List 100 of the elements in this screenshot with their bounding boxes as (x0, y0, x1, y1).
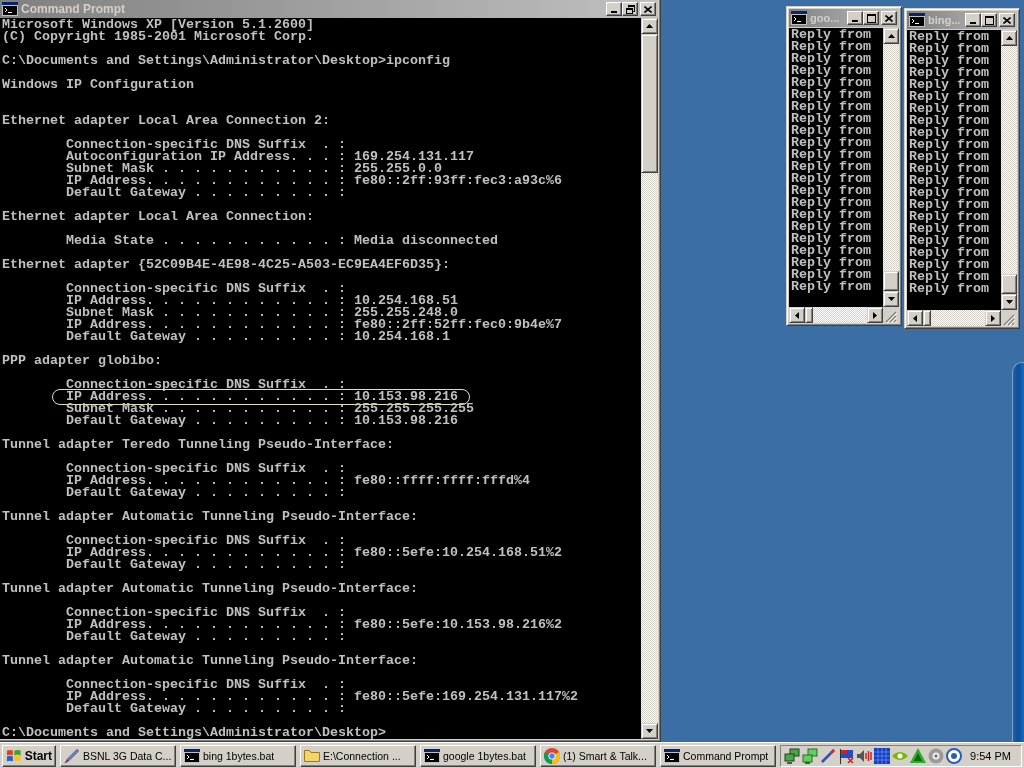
console-line: Reply from (791, 77, 871, 89)
console-line: Reply from (909, 235, 989, 247)
close-button[interactable] (999, 13, 1015, 27)
taskbar-button[interactable]: Command Prompt (660, 744, 776, 767)
console-line: Reply from (909, 103, 989, 115)
scroll-thumb[interactable] (805, 307, 813, 323)
entry-value: fe80::5efe:169.254.131.117%2 (353, 691, 578, 703)
scroll-thumb[interactable] (1001, 274, 1017, 294)
taskbar-button[interactable]: BSNL 3G Data C... (60, 744, 176, 767)
entry-value: 255.255.255.255 (353, 403, 474, 415)
adapter-heading: Tunnel adapter Automatic Tunneling Pseudo-Interface: (2, 511, 418, 523)
entry-label: Connection-specific DNS Suffix . : (66, 535, 346, 547)
console-line: Reply from (791, 161, 871, 173)
minimize-button[interactable] (847, 11, 863, 25)
maximize-button[interactable] (863, 11, 879, 25)
entry-label: IP Address. . . . . . . . . . . . : (66, 319, 346, 331)
entry-value: 10.153.98.216 (353, 415, 458, 427)
adapter-heading: Ethernet adapter {52C09B4E-4E98-4C25-A503-EC9EA4EF6D35}: (2, 259, 450, 271)
wand-icon[interactable] (820, 747, 836, 764)
entry-label: Autoconfiguration IP Address. . . : (66, 151, 346, 163)
command-line: C:\Documents and Settings\Administrator\Desktop>ipconfig (2, 55, 450, 67)
console-line: Reply from (791, 281, 871, 293)
entry-label: IP Address. . . . . . . . . . . . : (66, 175, 346, 187)
scroll-left-button[interactable] (789, 307, 805, 323)
console-line: Reply from (909, 31, 989, 43)
console-line: Reply from (791, 53, 871, 65)
scroll-right-button[interactable] (867, 307, 883, 323)
console-line: Reply from (909, 259, 989, 271)
resize-grip-icon[interactable] (1003, 314, 1015, 326)
console-line: Reply from (909, 43, 989, 55)
console-line: Reply from (791, 113, 871, 125)
entry-value: 10.153.98.216 (353, 391, 458, 403)
triangle-icon[interactable] (910, 748, 926, 763)
console-line: Reply from (909, 187, 989, 199)
down-triangle-icon (646, 729, 653, 733)
clock: 9:54 PM (970, 749, 1012, 762)
console-line: Reply from (791, 29, 871, 41)
entry-label: IP Address. . . . . . . . . . . . : (66, 691, 346, 703)
taskbar-button[interactable]: E:\Connection ... (300, 744, 416, 767)
scroll-right-button[interactable] (985, 310, 1001, 326)
adapter-heading: Ethernet adapter Local Area Connection: (2, 211, 314, 223)
scroll-up-button[interactable] (883, 28, 899, 44)
horizontal-scrollbar[interactable] (789, 307, 883, 323)
right-triangle-icon (991, 314, 995, 322)
grid-icon[interactable] (874, 747, 890, 764)
scroll-down-button[interactable] (641, 723, 658, 739)
console-line: Reply from (909, 151, 989, 163)
adapter-heading: Tunnel adapter Teredo Tunneling Pseudo-Interface: (2, 439, 394, 451)
console-line: Reply from (909, 139, 989, 151)
ring-icon[interactable] (946, 747, 962, 764)
entry-label: Default Gateway . . . . . . . . . : (66, 703, 346, 715)
entry-label: Default Gateway . . . . . . . . . : (66, 331, 346, 343)
entry-label: IP Address. . . . . . . . . . . . : (66, 547, 346, 559)
vertical-scrollbar[interactable] (883, 28, 899, 307)
scroll-down-button[interactable] (883, 291, 899, 307)
close-button[interactable] (640, 2, 656, 16)
horizontal-scrollbar[interactable] (907, 310, 1001, 326)
taskbar-button[interactable]: (1) Smart & Talk... (540, 744, 656, 767)
entry-label: Connection-specific DNS Suffix . : (66, 379, 346, 391)
restore-icon (625, 4, 635, 14)
minimize-button[interactable] (606, 2, 622, 16)
up-triangle-icon (646, 24, 653, 28)
flag-icon[interactable] (838, 747, 854, 764)
scroll-left-button[interactable] (907, 310, 923, 326)
computers-icon[interactable] (784, 747, 800, 764)
computers-icon[interactable] (802, 747, 818, 764)
entry-value: fe80::2ff:52ff:fec0:9b4e%7 (353, 319, 562, 331)
minimize-icon (852, 20, 858, 22)
maximize-button[interactable] (981, 13, 997, 27)
scroll-up-button[interactable] (641, 18, 658, 34)
scroll-thumb[interactable] (641, 34, 658, 173)
taskbar-button[interactable]: bing 1bytes.bat (180, 744, 296, 767)
entry-label: Subnet Mask . . . . . . . . . . . : (66, 307, 346, 319)
vertical-scrollbar[interactable] (641, 18, 658, 739)
scroll-thumb[interactable] (883, 271, 899, 291)
entry-label: Default Gateway . . . . . . . . . : (66, 187, 346, 199)
console-heading: Windows IP Configuration (2, 79, 194, 91)
entry-label: Connection-specific DNS Suffix . : (66, 607, 346, 619)
console-line: Reply from (909, 271, 989, 283)
taskbar-button[interactable]: google 1bytes.bat (420, 744, 536, 767)
scroll-down-button[interactable] (1001, 294, 1017, 310)
close-button[interactable] (881, 11, 897, 25)
down-triangle-icon (887, 297, 895, 301)
console-line: Reply from (909, 91, 989, 103)
maximize-icon (866, 13, 876, 23)
minimize-button[interactable] (965, 13, 981, 27)
entry-value: 255.255.248.0 (353, 307, 458, 319)
restore-button[interactable] (622, 2, 638, 16)
entry-label: Subnet Mask . . . . . . . . . . . : (66, 403, 346, 415)
resize-grip-icon[interactable] (885, 311, 897, 323)
console-line: Reply from (909, 127, 989, 139)
right-triangle-icon (873, 311, 877, 319)
console-line: Reply from (909, 223, 989, 235)
console-line: Reply from (791, 137, 871, 149)
start-button[interactable]: Start (2, 744, 56, 767)
scroll-thumb[interactable] (923, 310, 931, 326)
vertical-scrollbar[interactable] (1001, 30, 1017, 310)
console-line: Reply from (909, 211, 989, 223)
scroll-up-button[interactable] (1001, 30, 1017, 46)
up-triangle-icon (1005, 36, 1013, 40)
